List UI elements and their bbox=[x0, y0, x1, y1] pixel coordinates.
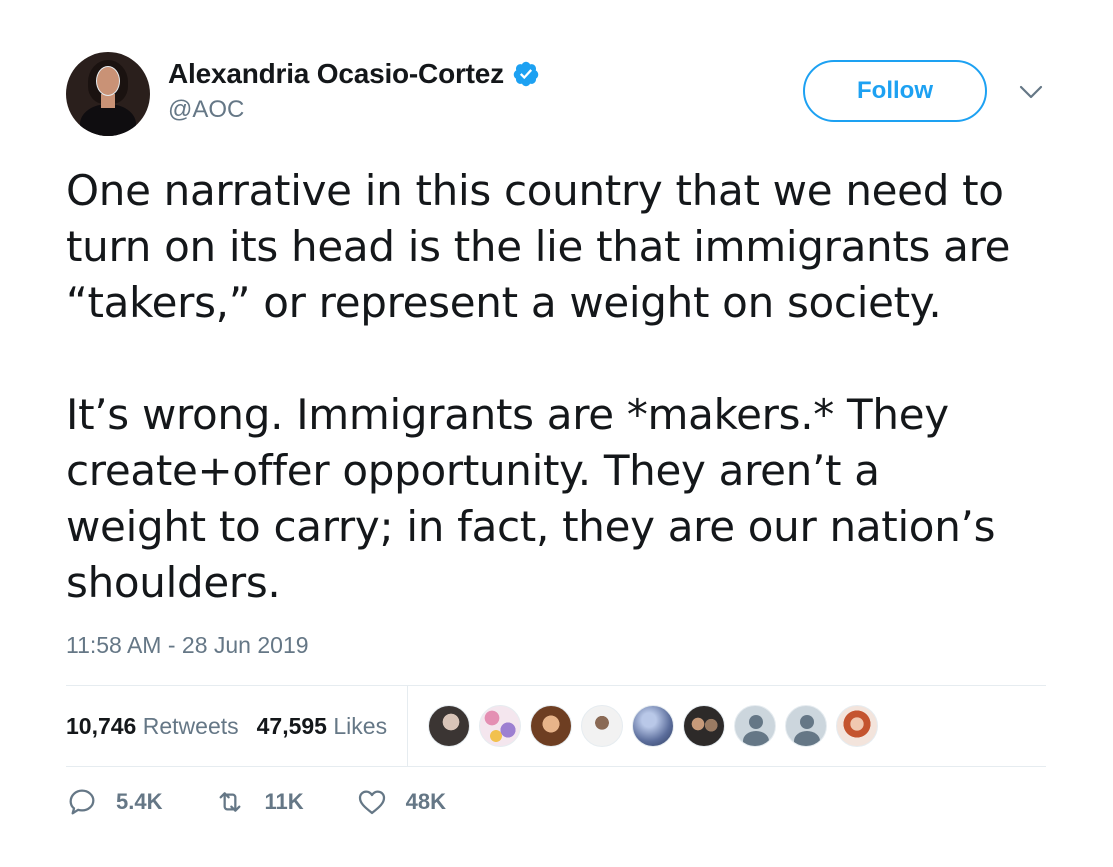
liker-avatar[interactable] bbox=[836, 705, 879, 747]
liker-avatar-default[interactable] bbox=[785, 705, 828, 747]
liker-avatars bbox=[428, 705, 879, 747]
liker-avatar-default[interactable] bbox=[734, 705, 777, 747]
tweet-stats: 10,746 Retweets 47,595 Likes bbox=[66, 686, 1046, 766]
author-name[interactable]: Alexandria Ocasio-Cortez bbox=[168, 58, 504, 90]
retweet-button[interactable]: 11K bbox=[214, 786, 304, 818]
retweets-label: Retweets bbox=[142, 712, 239, 739]
follow-button[interactable]: Follow bbox=[803, 60, 987, 122]
liker-avatar[interactable] bbox=[581, 705, 624, 747]
author-info: Alexandria Ocasio-Cortez @AOC bbox=[168, 58, 540, 124]
tweet-actions: 5.4K 11K 48K bbox=[66, 786, 498, 818]
chevron-down-icon[interactable] bbox=[1018, 82, 1044, 102]
liker-avatar[interactable] bbox=[632, 705, 675, 747]
author-avatar[interactable] bbox=[66, 52, 150, 136]
like-icon bbox=[358, 790, 385, 815]
reply-count: 5.4K bbox=[116, 789, 163, 814]
liker-avatar[interactable] bbox=[428, 705, 471, 747]
author-handle[interactable]: @AOC bbox=[168, 96, 540, 124]
retweets-count: 10,746 bbox=[66, 712, 137, 739]
reply-button[interactable]: 5.4K bbox=[66, 786, 162, 818]
reply-icon bbox=[69, 789, 95, 815]
tweet-header: Alexandria Ocasio-Cortez @AOC Follow bbox=[66, 52, 1056, 136]
likes-stat[interactable]: 47,595 Likes bbox=[257, 713, 387, 740]
likes-label: Likes bbox=[333, 712, 388, 739]
retweet-count: 11K bbox=[264, 789, 304, 814]
liker-avatar[interactable] bbox=[683, 705, 726, 747]
likes-count: 47,595 bbox=[256, 712, 327, 739]
liker-avatar[interactable] bbox=[530, 705, 573, 747]
divider-bottom bbox=[66, 766, 1046, 767]
verified-badge-icon bbox=[513, 61, 539, 87]
stats-separator bbox=[407, 686, 409, 766]
tweet-text: One narrative in this country that we ne… bbox=[66, 166, 1011, 607]
retweet-icon bbox=[220, 792, 241, 812]
tweet-timestamp[interactable]: 11:58 AM - 28 Jun 2019 bbox=[66, 632, 309, 659]
like-button[interactable]: 48K bbox=[356, 786, 446, 818]
retweets-stat[interactable]: 10,746 Retweets bbox=[66, 713, 239, 740]
like-count: 48K bbox=[405, 789, 446, 814]
liker-avatar[interactable] bbox=[479, 705, 522, 747]
